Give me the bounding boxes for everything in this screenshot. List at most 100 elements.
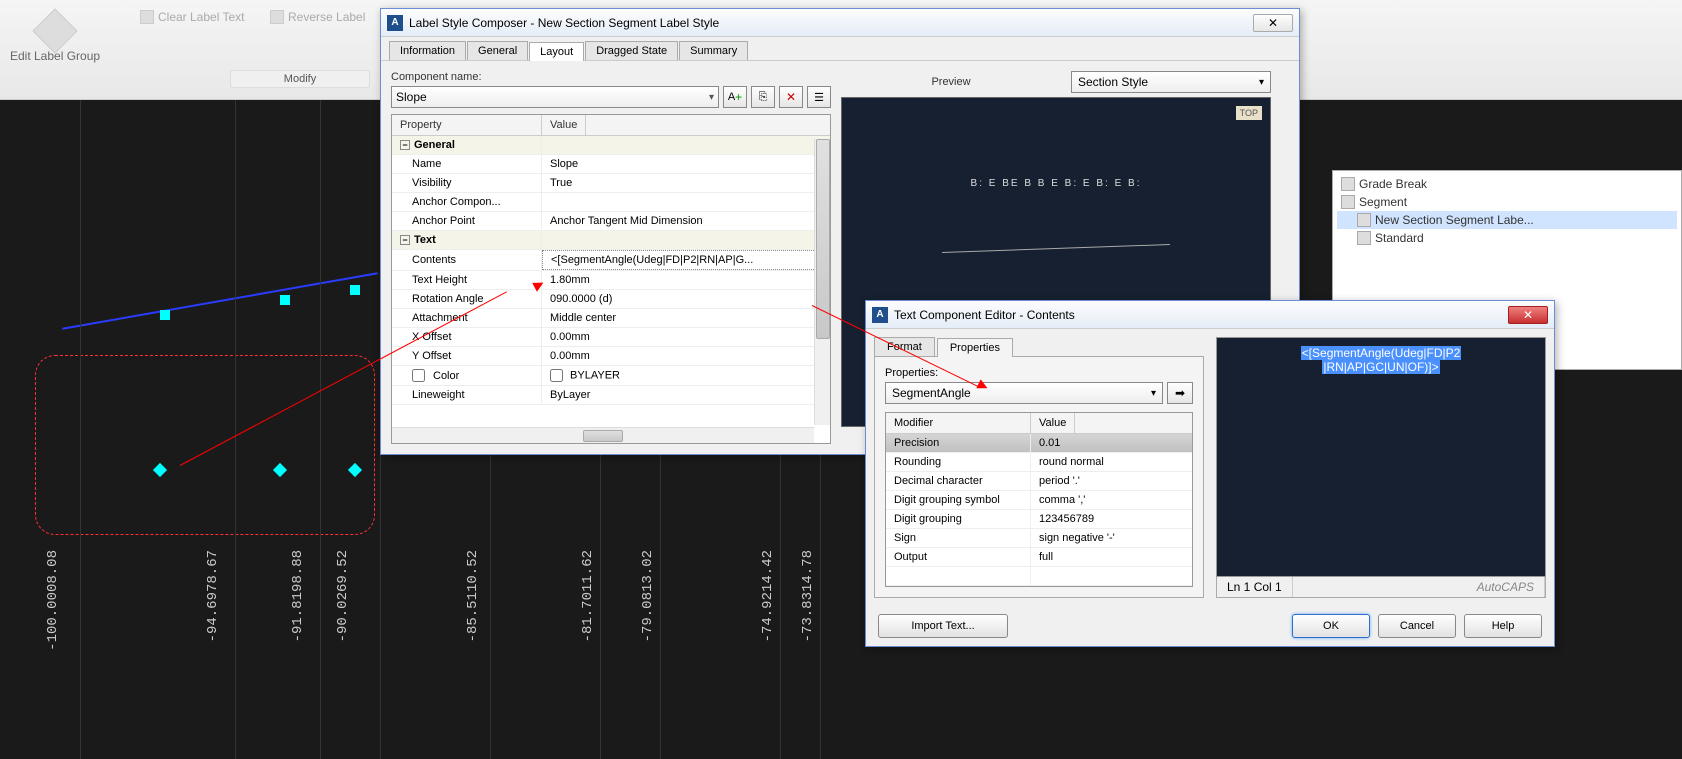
propgrid-row[interactable]: Color BYLAYER <box>392 366 830 386</box>
preview-style-combo[interactable]: Section Style <box>1071 71 1271 93</box>
reverse-label-button[interactable]: Reverse Label <box>270 10 365 24</box>
tce-editor-panel: <[SegmentAngle(Udeg|FD|P2 |RN|AP|GC|UN|O… <box>1216 337 1546 598</box>
tab-dragged-state[interactable]: Dragged State <box>585 41 678 60</box>
cancel-button[interactable]: Cancel <box>1378 614 1456 638</box>
propgrid-row[interactable]: LineweightByLayer <box>392 386 830 405</box>
header-modifier: Modifier <box>886 413 1031 433</box>
grip[interactable] <box>160 310 170 320</box>
properties-combo[interactable]: SegmentAngle <box>885 382 1163 404</box>
text-component-editor-dialog: A Text Component Editor - Contents ✕ For… <box>865 300 1555 647</box>
hscrollbar[interactable] <box>392 427 814 443</box>
tce-tabs: FormatProperties <box>874 337 1204 357</box>
modifier-row[interactable]: Roundinground normal <box>886 453 1192 472</box>
tab-layout[interactable]: Layout <box>529 42 584 61</box>
station-label: -74.9214.42 <box>760 550 776 642</box>
propgrid-row[interactable]: X Offset0.00mm <box>392 328 830 347</box>
edit-label-group-button[interactable]: Edit Label Group <box>10 15 100 63</box>
property-grid[interactable]: Property Value − GeneralNameSlopeVisibil… <box>391 114 831 444</box>
propgrid-header: Property Value <box>392 115 830 136</box>
composer-left-panel: Component name: Slope A+ ⎘ ✕ ☰ Property … <box>391 71 831 444</box>
edit-label-group-icon <box>32 8 77 53</box>
revision-cloud <box>35 355 375 535</box>
preview-sample-text: B: E BE B B E B: E B: E B: <box>971 178 1142 189</box>
propgrid-group[interactable]: − Text <box>392 231 830 250</box>
modifier-table[interactable]: Modifier Value Precision0.01Roundingroun… <box>885 412 1193 587</box>
ok-button[interactable]: OK <box>1292 614 1370 638</box>
close-button[interactable]: ✕ <box>1253 14 1293 32</box>
import-text-button[interactable]: Import Text... <box>878 614 1008 638</box>
hscroll-thumb[interactable] <box>583 430 623 442</box>
close-button[interactable]: ✕ <box>1508 306 1548 324</box>
station-label: -100.0008.08 <box>45 550 61 651</box>
modifier-row[interactable]: Decimal characterperiod '.' <box>886 472 1192 491</box>
reverse-icon <box>270 10 284 24</box>
tab-information[interactable]: Information <box>389 41 466 60</box>
delete-component-button[interactable]: ✕ <box>779 86 803 108</box>
editor-textarea[interactable]: <[SegmentAngle(Udeg|FD|P2 |RN|AP|GC|UN|O… <box>1216 337 1546 577</box>
grip[interactable] <box>280 295 290 305</box>
tab-summary[interactable]: Summary <box>679 41 748 60</box>
station-label: -79.0813.02 <box>640 550 656 642</box>
propgrid-row[interactable]: Contents<[SegmentAngle(Udeg|FD|P2|RN|AP|… <box>392 250 830 271</box>
propgrid-row[interactable]: AttachmentMiddle center <box>392 309 830 328</box>
add-component-button[interactable]: A+ <box>723 86 747 108</box>
copy-component-button[interactable]: ⎘ <box>751 86 775 108</box>
propgrid-row[interactable]: Anchor PointAnchor Tangent Mid Dimension <box>392 212 830 231</box>
properties-label: Properties: <box>885 367 1193 379</box>
composer-title: Label Style Composer - New Section Segme… <box>409 16 1253 30</box>
propgrid-row[interactable]: Anchor Compon... <box>392 193 830 212</box>
folder-icon <box>1357 213 1371 227</box>
editor-statusbar: Ln 1 Col 1 AutoCAPS <box>1216 577 1546 598</box>
tab-properties[interactable]: Properties <box>937 338 1013 357</box>
station-label: -81.7011.62 <box>580 550 596 642</box>
modifier-row[interactable]: Precision0.01 <box>886 434 1192 453</box>
clear-label-text-button[interactable]: Clear Label Text <box>140 10 245 24</box>
composer-titlebar[interactable]: A Label Style Composer - New Section Seg… <box>381 9 1299 37</box>
modifier-header: Modifier Value <box>886 413 1192 434</box>
propgrid-row[interactable]: Text Height1.80mm <box>392 271 830 290</box>
propgrid-row[interactable]: NameSlope <box>392 155 830 174</box>
modifier-row[interactable]: Digit grouping symbolcomma ',' <box>886 491 1192 510</box>
grid-line <box>80 100 81 759</box>
preview-sample-line <box>942 244 1170 253</box>
vscrollbar[interactable] <box>814 139 830 425</box>
modifier-row-blank <box>886 567 1192 586</box>
reverse-label-label: Reverse Label <box>288 10 365 24</box>
modifier-row[interactable]: Signsign negative '-' <box>886 529 1192 548</box>
folder-icon <box>1341 195 1355 209</box>
tce-titlebar[interactable]: A Text Component Editor - Contents ✕ <box>866 301 1554 329</box>
tab-general[interactable]: General <box>467 41 528 60</box>
station-label: -91.8198.88 <box>290 550 306 642</box>
station-label: -85.5110.52 <box>465 550 481 642</box>
status-position: Ln 1 Col 1 <box>1217 577 1293 597</box>
grip[interactable] <box>350 285 360 295</box>
header-value: Value <box>542 115 586 135</box>
tree-item[interactable]: Grade Break <box>1337 175 1677 193</box>
clear-label-text-label: Clear Label Text <box>158 10 245 24</box>
modifier-row[interactable]: Digit grouping123456789 <box>886 510 1192 529</box>
propgrid-row[interactable]: VisibilityTrue <box>392 174 830 193</box>
tree-item[interactable]: Standard <box>1337 229 1677 247</box>
component-name-combo[interactable]: Slope <box>391 86 719 108</box>
eraser-icon <box>140 10 154 24</box>
component-name-label: Component name: <box>391 71 831 83</box>
properties-value: SegmentAngle <box>892 386 971 400</box>
propgrid-row[interactable]: Y Offset0.00mm <box>392 347 830 366</box>
help-button[interactable]: Help <box>1464 614 1542 638</box>
header-property: Property <box>392 115 542 135</box>
polyline <box>62 272 377 330</box>
tree-item[interactable]: New Section Segment Labe... <box>1337 211 1677 229</box>
preview-style-value: Section Style <box>1078 75 1148 89</box>
grid-line <box>320 100 321 759</box>
modifier-row[interactable]: Outputfull <box>886 548 1192 567</box>
station-label: -94.6978.67 <box>205 550 221 642</box>
propgrid-row[interactable]: Rotation Angle090.0000 (d) <box>392 290 830 309</box>
app-icon: A <box>387 15 403 31</box>
insert-property-button[interactable]: ➡ <box>1167 382 1193 404</box>
status-autocaps[interactable]: AutoCAPS <box>1467 577 1545 597</box>
grid-line <box>235 100 236 759</box>
order-component-button[interactable]: ☰ <box>807 86 831 108</box>
propgrid-group[interactable]: − General <box>392 136 830 155</box>
tree-item[interactable]: Segment <box>1337 193 1677 211</box>
editor-line: |RN|AP|GC|UN|OF)]> <box>1322 360 1439 374</box>
